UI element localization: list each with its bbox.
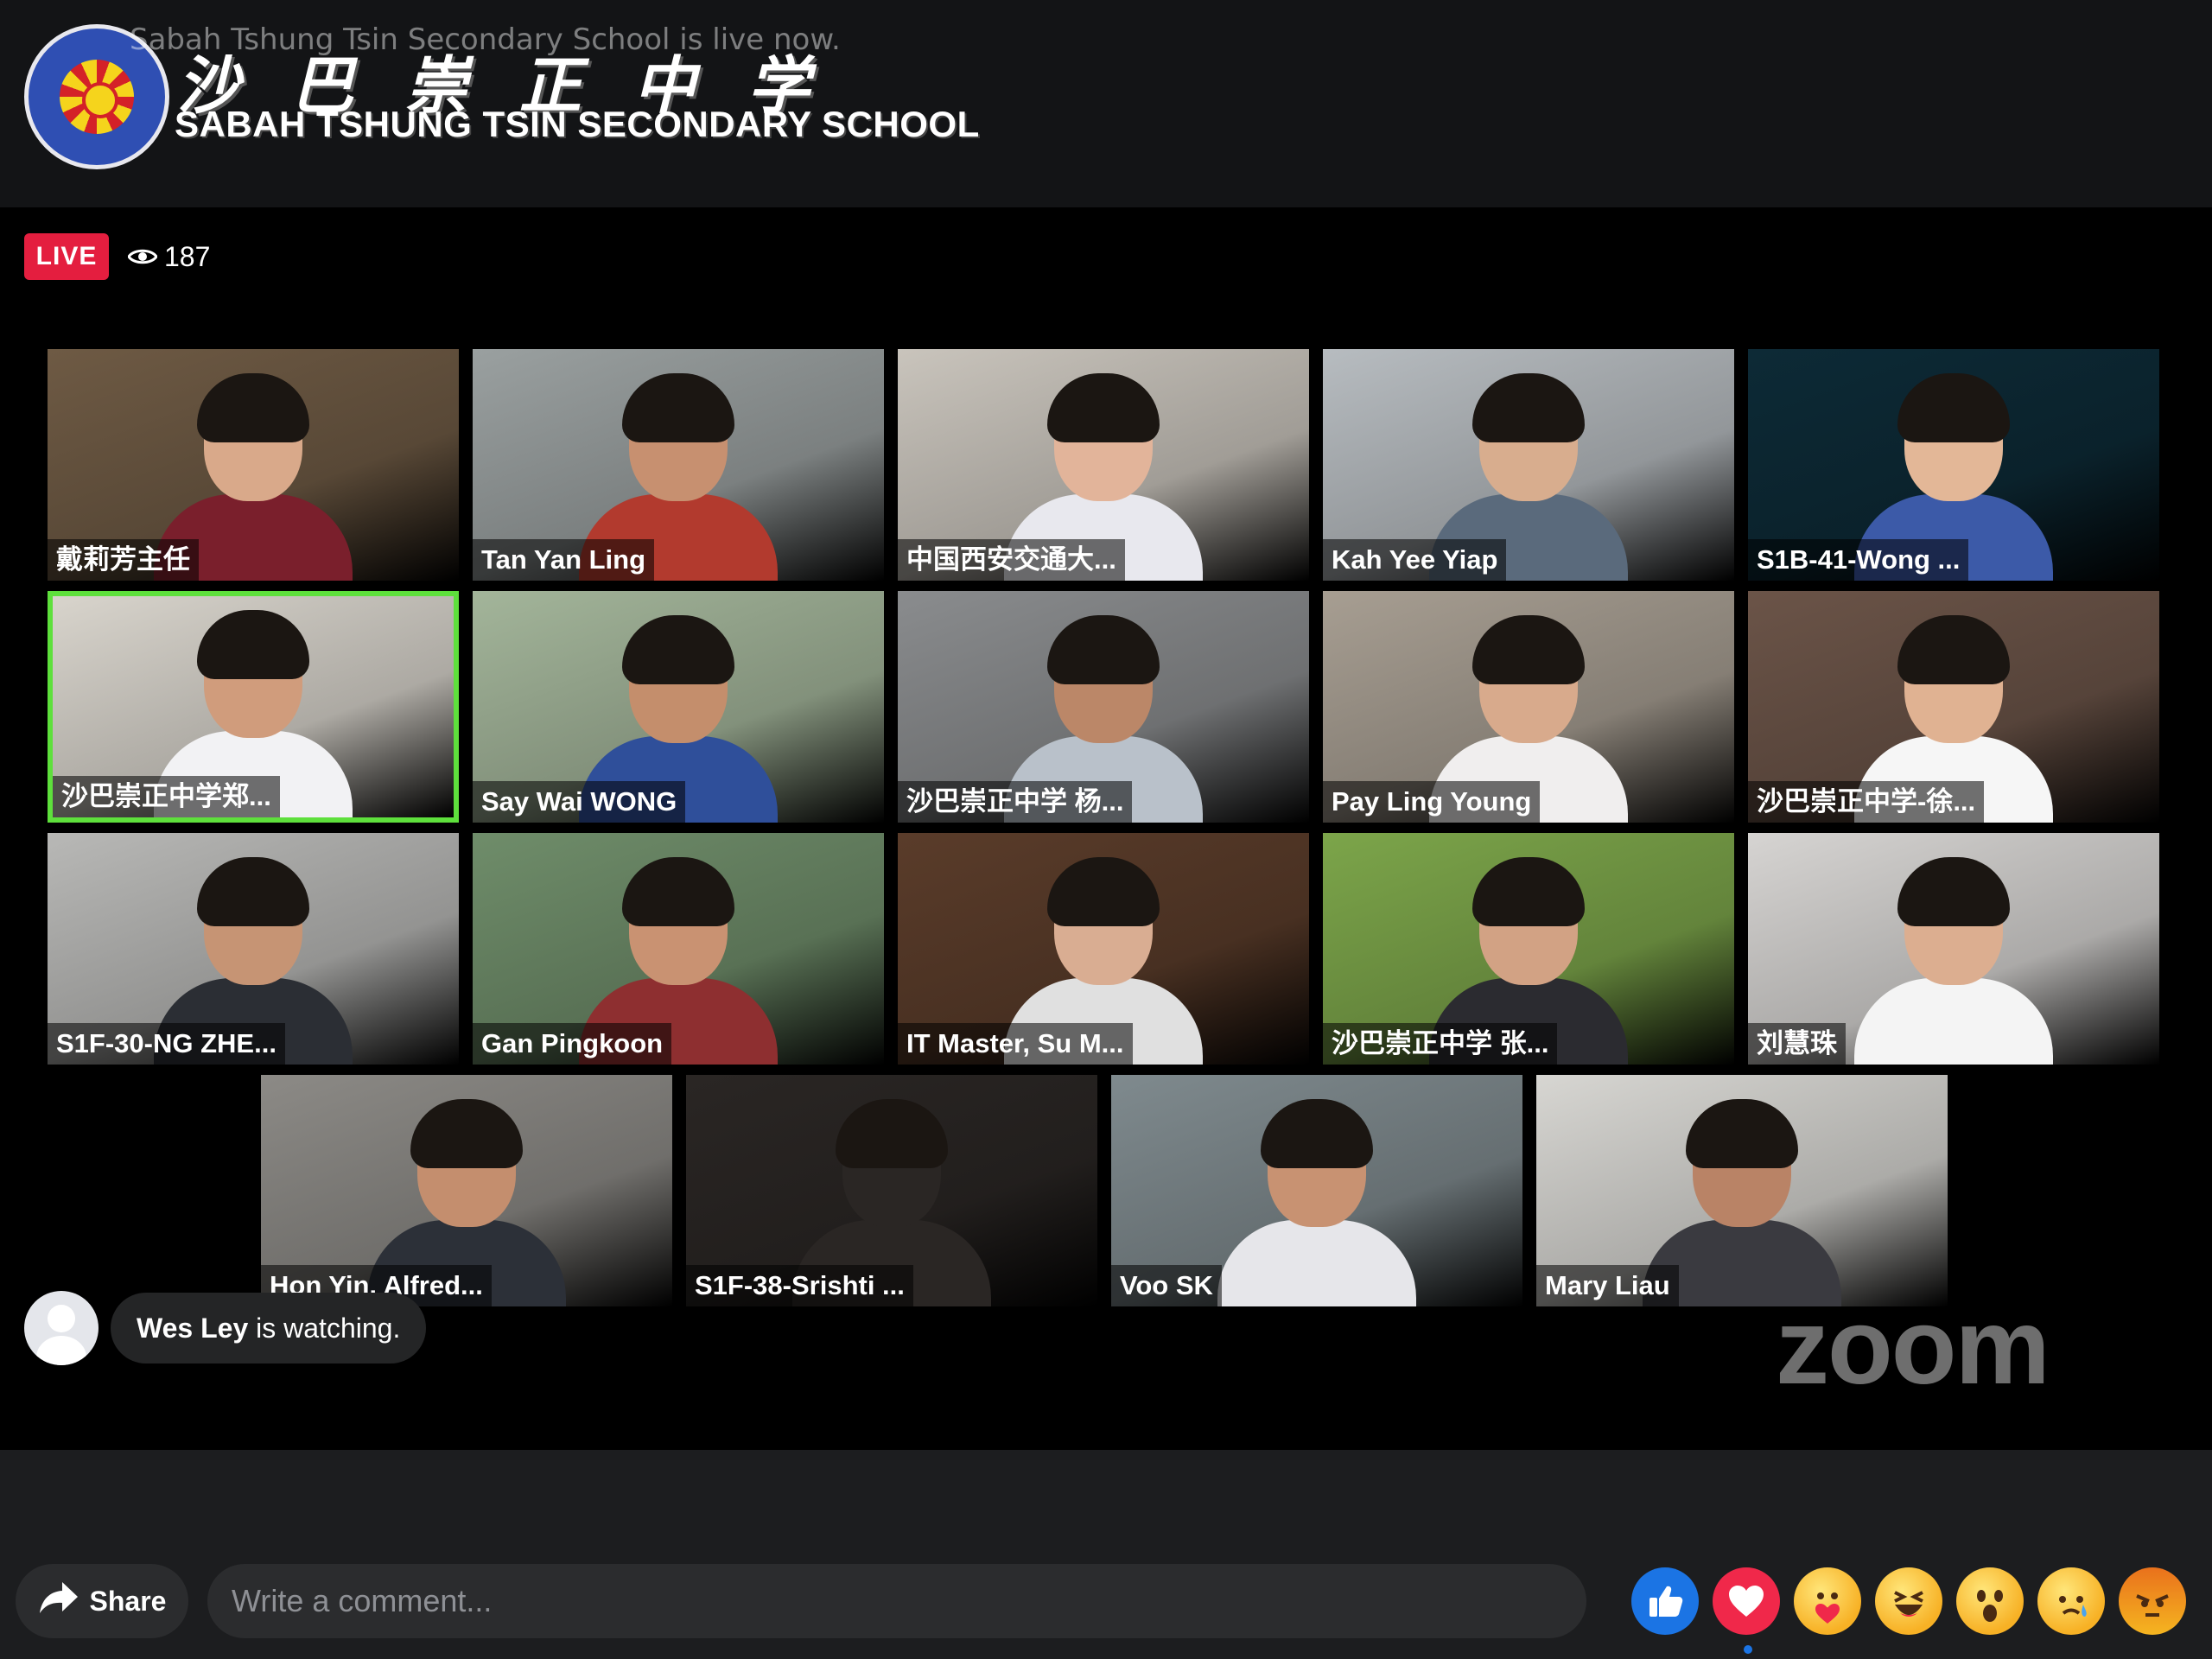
participant-tile: Hon Yin, Alfred... bbox=[261, 1075, 672, 1306]
default-avatar-icon bbox=[24, 1291, 99, 1365]
participant-name: Tan Yan Ling bbox=[473, 539, 655, 581]
participant-name: S1B-41-Wong ... bbox=[1748, 539, 1969, 581]
participant-name: Pay Ling Young bbox=[1323, 781, 1541, 823]
comment-input[interactable] bbox=[207, 1564, 1586, 1638]
live-video-viewer: 沙巴崇正中学 Sabah Tshung Tsin Secondary Schoo… bbox=[0, 0, 2212, 1659]
watching-text: is watching. bbox=[248, 1313, 401, 1344]
school-banner: 沙巴崇正中学 Sabah Tshung Tsin Secondary Schoo… bbox=[0, 0, 2212, 207]
participant-video bbox=[1854, 849, 2053, 1065]
participant-tile: Voo SK bbox=[1111, 1075, 1522, 1306]
watching-notice: Wes Ley is watching. bbox=[111, 1293, 427, 1363]
participant-tile: Gan Pingkoon bbox=[473, 833, 884, 1065]
participant-name: 中国西安交通大... bbox=[898, 539, 1125, 581]
participant-name: Gan Pingkoon bbox=[473, 1023, 672, 1065]
participant-tile: 戴莉芳主任 bbox=[48, 349, 459, 581]
watching-user: Wes Ley bbox=[137, 1313, 249, 1344]
participant-tile: 沙巴崇正中学 杨... bbox=[898, 591, 1309, 823]
reaction-indicator-dot bbox=[1744, 1645, 1752, 1654]
participant-tile: 中国西安交通大... bbox=[898, 349, 1309, 581]
participant-video bbox=[1217, 1090, 1416, 1306]
participant-name: 刘慧珠 bbox=[1748, 1023, 1846, 1065]
school-name-english: SABAH TSHUNG TSIN SECONDARY SCHOOL bbox=[175, 104, 980, 144]
participant-name: 戴莉芳主任 bbox=[48, 539, 199, 581]
like-reaction-icon[interactable] bbox=[1631, 1567, 1699, 1635]
participant-name: Kah Yee Yiap bbox=[1323, 539, 1507, 581]
participant-tile: 沙巴崇正中学 张... bbox=[1323, 833, 1734, 1065]
participant-tile: 沙巴崇正中学-徐... bbox=[1748, 591, 2159, 823]
wow-reaction-icon[interactable] bbox=[1956, 1567, 2024, 1635]
participant-tile: 刘慧珠 bbox=[1748, 833, 2159, 1065]
participant-name: 沙巴崇正中学郑... bbox=[53, 776, 280, 817]
participant-tile: S1F-38-Srishti ... bbox=[686, 1075, 1097, 1306]
viewer-count: 187 bbox=[128, 237, 210, 276]
participant-name: S1F-30-NG ZHE... bbox=[48, 1023, 285, 1065]
participant-tile: S1F-30-NG ZHE... bbox=[48, 833, 459, 1065]
participant-tile: Tan Yan Ling bbox=[473, 349, 884, 581]
participant-tile: Say Wai WONG bbox=[473, 591, 884, 823]
zoom-watermark: zoom bbox=[1776, 1287, 2050, 1407]
participant-name: Mary Liau bbox=[1536, 1265, 1679, 1306]
participant-name: Voo SK bbox=[1111, 1265, 1222, 1306]
viewer-count-value: 187 bbox=[164, 240, 211, 272]
live-notice: Sabah Tshung Tsin Secondary School is li… bbox=[130, 22, 841, 57]
share-button[interactable]: Share bbox=[16, 1564, 188, 1638]
participant-name: 沙巴崇正中学 杨... bbox=[898, 781, 1133, 823]
participant-name: S1F-38-Srishti ... bbox=[686, 1265, 913, 1306]
participant-tile: Kah Yee Yiap bbox=[1323, 349, 1734, 581]
participant-name: Say Wai WONG bbox=[473, 781, 686, 823]
live-badge: LIVE bbox=[24, 233, 109, 280]
eye-icon bbox=[128, 246, 157, 267]
participant-tile: Pay Ling Young bbox=[1323, 591, 1734, 823]
participant-name: 沙巴崇正中学 张... bbox=[1323, 1023, 1558, 1065]
reaction-bar bbox=[1631, 1567, 2186, 1637]
share-label: Share bbox=[89, 1585, 167, 1617]
love-reaction-icon[interactable] bbox=[1713, 1567, 1780, 1635]
participant-name: IT Master, Su M... bbox=[898, 1023, 1133, 1065]
participant-tile: Mary Liau bbox=[1536, 1075, 1948, 1306]
participant-tile: IT Master, Su M... bbox=[898, 833, 1309, 1065]
sad-reaction-icon[interactable] bbox=[2037, 1567, 2105, 1635]
participant-name: 沙巴崇正中学-徐... bbox=[1748, 781, 1985, 823]
care-reaction-icon[interactable] bbox=[1794, 1567, 1861, 1635]
haha-reaction-icon[interactable] bbox=[1875, 1567, 1942, 1635]
share-arrow-icon bbox=[38, 1580, 79, 1622]
angry-reaction-icon[interactable] bbox=[2119, 1567, 2186, 1635]
participant-tile: 沙巴崇正中学郑... bbox=[48, 591, 459, 823]
participant-tile: S1B-41-Wong ... bbox=[1748, 349, 2159, 581]
